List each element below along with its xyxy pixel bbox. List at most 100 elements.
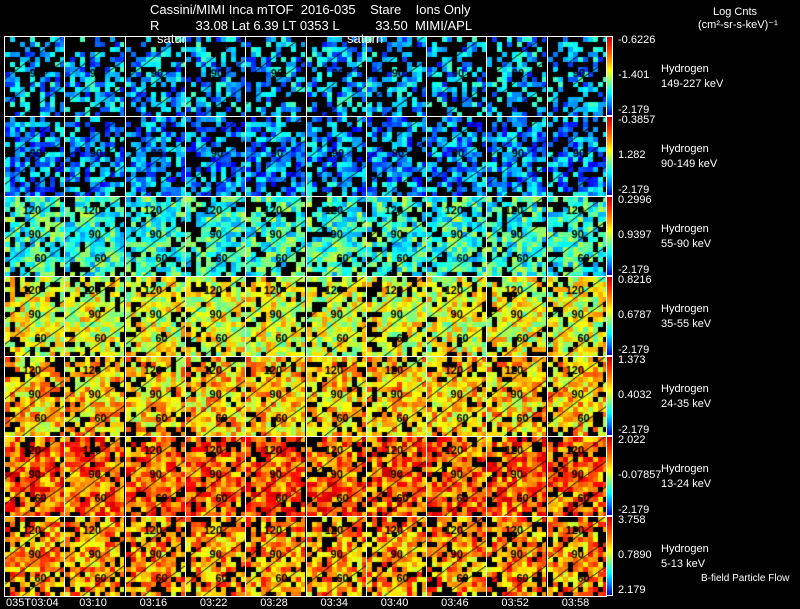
heatmap-grid [4,36,608,597]
heatmap-panel [246,277,305,356]
heatmap-panel [5,437,64,516]
heatmap-panel [427,117,486,196]
heatmap-panel [5,357,64,436]
heatmap-panel [186,37,245,116]
x-tick-label: 03:40 [380,597,409,609]
heatmap-panel [5,277,64,356]
channel-species-label: Hydrogen [661,383,709,395]
heatmap-panel [65,117,124,196]
heatmap-panel [427,357,486,436]
heatmap-panel [65,197,124,276]
heatmap-panel [126,437,185,516]
colorbar [606,116,613,196]
heatmap-panel [427,37,486,116]
colorbar [606,516,613,596]
heatmap-panel [5,517,64,596]
channel-energy-label: 90-149 keV [661,158,718,170]
channel-energy-label: 24-35 keV [661,398,712,410]
heatmap-panel [65,437,124,516]
heatmap-panel [307,437,366,516]
grid-line [245,36,246,596]
grid-line [4,196,607,197]
heatmap-panel [548,37,607,116]
heatmap-panel [126,197,185,276]
heatmap-panel [186,197,245,276]
heatmap-panel [246,117,305,196]
heatmap-panel [186,437,245,516]
heatmap-panel [246,197,305,276]
grid-line [366,36,367,596]
colorbar-cmid-label: -1.401 [618,69,650,81]
heatmap-panel [307,197,366,276]
heatmap-panel [186,117,245,196]
colorbar-cmax-label: 0.2996 [618,194,652,206]
heatmap-panel [307,117,366,196]
heatmap-panel [186,517,245,596]
channel-species-label: Hydrogen [661,223,709,235]
heatmap-panel [246,357,305,436]
heatmap-panel [126,357,185,436]
colorbar-cmid-label: 1.282 [618,149,646,161]
grid-line [4,36,5,596]
colorbar-cmin-label: 2.179 [618,584,646,596]
heatmap-panel [548,517,607,596]
colorbar-cmax-label: 1.373 [618,354,646,366]
colorbar [606,196,613,276]
heatmap-panel [548,437,607,516]
grid-line [185,36,186,596]
heatmap-panel [126,117,185,196]
heatmap-panel [427,277,486,356]
heatmap-panel [367,517,426,596]
channel-energy-label: 149-227 keV [661,78,724,90]
heatmap-panel [65,357,124,436]
heatmap-panel [487,357,546,436]
heatmap-panel [307,357,366,436]
heatmap-panel [5,117,64,196]
heatmap-panel [367,437,426,516]
colorbar-cmid-label: 0.6787 [618,309,652,321]
heatmap-panel [65,517,124,596]
colorbar-cmid-label: 0.9397 [618,229,652,241]
heatmap-panel [5,197,64,276]
saturn-marker: saturn [347,31,384,46]
heatmap-panel [487,37,546,116]
heatmap-panel [186,357,245,436]
colorbar [606,36,613,116]
heatmap-panel [367,277,426,356]
colorbar-cmid-label: 0.4032 [618,389,652,401]
heatmap-panel [487,197,546,276]
heatmap-panel [367,357,426,436]
heatmap-panel [126,277,185,356]
heatmap-panel [427,197,486,276]
heatmap-panel [487,117,546,196]
channel-energy-label: 13-24 keV [661,478,712,490]
channel-species-label: Hydrogen [661,63,709,75]
colorbar-cmax-label: 2.022 [618,434,646,446]
heatmap-panel [487,517,546,596]
channel-species-label: Hydrogen [661,143,709,155]
heatmap-panel [307,277,366,356]
colorbar-cmax-label: -0.3857 [618,114,656,126]
colorbar-cmax-label: -0.6226 [618,34,656,46]
grid-line [64,36,65,596]
heatmap-panel [548,357,607,436]
colorbar-cmid-label: -0.07857 [618,469,662,481]
colorbar-cmax-label: 0.8216 [618,274,652,286]
heatmap-panel [367,117,426,196]
heatmap-panel [367,197,426,276]
channel-energy-label: 35-55 keV [661,318,712,330]
heatmap-panel [487,277,546,356]
heatmap-panel [548,117,607,196]
heatmap-panel [427,517,486,596]
heatmap-panel [246,517,305,596]
bfield-legend: B-field Particle Flow [701,573,790,584]
heatmap-panel [65,277,124,356]
x-tick-label: 03:52 [501,597,529,609]
colorbar-cmax-label: 3.758 [618,514,646,526]
x-tick-label: 03:34 [320,597,349,609]
grid-line [4,356,607,357]
colorbar-cmid-label: 0.7890 [618,549,652,561]
heatmap-panel [246,437,305,516]
plot-title: Cassini/MIMI Inca mTOF 2016-035 Stare Io… [150,2,471,17]
heatmap-panel [367,37,426,116]
